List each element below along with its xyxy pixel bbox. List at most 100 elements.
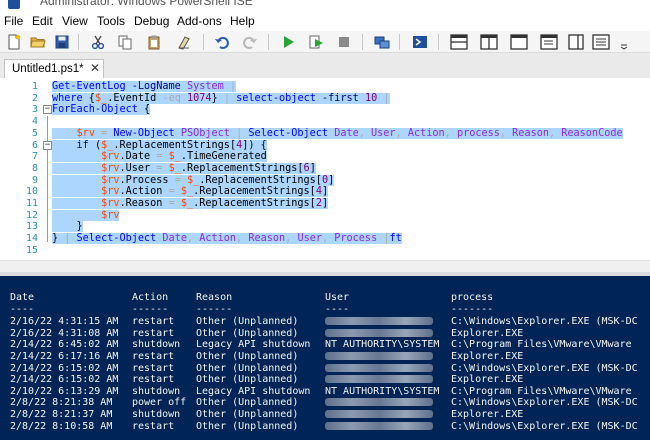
editor-horizontal-scrollbar[interactable] xyxy=(0,260,650,272)
selected-code: ForEach-Object { xyxy=(52,104,151,116)
code-token: ReplacementStrings xyxy=(187,162,298,174)
code-token: Date xyxy=(125,151,151,163)
copy-icon[interactable] xyxy=(117,34,133,50)
line-number: 8 xyxy=(31,162,38,174)
menu-file[interactable]: File xyxy=(4,14,23,28)
console-row-user: NT AUTHORITY\SYSTEM xyxy=(325,385,440,397)
console-row-date: 2/16/22 4:31:08 AM xyxy=(10,327,119,339)
layout-right-icon[interactable] xyxy=(480,34,498,50)
layout-script-icon[interactable] xyxy=(540,34,558,50)
selected-code: if ($_.ReplacementStrings[4]) { xyxy=(52,139,267,151)
code-line[interactable]: } xyxy=(52,221,83,233)
code-token: , xyxy=(358,127,372,139)
redo-icon[interactable] xyxy=(242,34,258,50)
code-line[interactable]: $rv = New-Object PSObject | Select-Objec… xyxy=(52,127,623,140)
tab-untitled1[interactable]: Untitled1.ps1* ✕ xyxy=(4,59,104,78)
close-icon[interactable]: ✕ xyxy=(90,61,100,75)
console-underline-date: ---- xyxy=(10,303,35,315)
code-line[interactable]: } | Select-Object Date, Action, Reason, … xyxy=(52,233,402,245)
code-line[interactable]: if ($_.ReplacementStrings[4]) { xyxy=(52,139,267,152)
redacted-user xyxy=(325,352,433,360)
toolbar-separator xyxy=(203,34,204,50)
powershell-console-icon[interactable] xyxy=(412,34,428,50)
code-token: } xyxy=(52,221,83,233)
line-number: 7 xyxy=(31,151,38,163)
console-row-date: 2/14/22 6:15:02 AM xyxy=(10,374,119,386)
code-line[interactable]: ForEach-Object { xyxy=(52,104,151,116)
code-token: ForEach-Object xyxy=(52,104,138,116)
code-line[interactable]: where {$_.EventId -eq 1074} | select-obj… xyxy=(52,92,390,105)
selected-code: } | Select-Object Date, Action, Reason, … xyxy=(52,233,402,245)
redacted-user xyxy=(325,398,433,407)
console-row-date: 2/8/22 8:21:38 AM xyxy=(10,397,113,409)
console-row-date: 2/8/22 8:21:37 AM xyxy=(10,409,113,420)
save-icon[interactable] xyxy=(54,34,70,50)
redacted-user xyxy=(325,375,433,384)
cut-icon[interactable] xyxy=(90,34,106,50)
code-line[interactable]: $rv.Process = $_.ReplacementStrings[0] xyxy=(52,174,335,187)
console-pane[interactable]: Date Action Reason User process ---- ------ ---… xyxy=(0,276,650,440)
console-row-action: restart xyxy=(132,420,175,432)
remote-powershell-icon[interactable] xyxy=(374,34,390,50)
code-line[interactable]: $rv.Reason = $_.ReplacementStrings[2] xyxy=(52,198,329,210)
code-token: = xyxy=(168,174,187,186)
line-number: 3 xyxy=(31,104,38,116)
code-token: = xyxy=(94,127,114,139)
code-line[interactable]: Get-EventLog -LogName System | xyxy=(52,81,237,93)
toolbar-side-icon[interactable] xyxy=(568,34,584,50)
code-line[interactable]: $rv xyxy=(52,209,120,222)
code-token: where xyxy=(52,92,83,104)
code-token: -first xyxy=(321,92,359,104)
undo-icon[interactable] xyxy=(214,34,230,50)
code-token: $_ xyxy=(168,151,181,163)
menu-help[interactable]: Help xyxy=(230,14,255,28)
redacted-user xyxy=(325,363,433,372)
open-folder-icon[interactable] xyxy=(30,34,46,50)
toolbar-separator xyxy=(438,34,439,50)
console-header-process: process xyxy=(451,292,494,303)
fold-toggle-icon[interactable]: − xyxy=(43,105,52,115)
code-token: $_ xyxy=(101,139,114,151)
layout-top-icon[interactable] xyxy=(450,34,468,50)
new-file-icon[interactable] xyxy=(6,34,22,50)
console-row-action: shutdown xyxy=(132,339,181,351)
layout-max-icon[interactable] xyxy=(510,34,528,50)
toolbar-side-icon[interactable] xyxy=(592,34,610,50)
code-token: = xyxy=(150,151,169,163)
fold-toggle-icon[interactable]: − xyxy=(43,140,52,150)
code-line[interactable]: $rv.Date = $_.TimeGenerated xyxy=(52,151,267,163)
window-title-bar: Administrator: Windows PowerShell ISE xyxy=(0,0,650,11)
toolbar-overflow-icon[interactable] xyxy=(618,34,630,50)
run-selection-icon[interactable] xyxy=(308,34,324,50)
selected-code: where {$_.EventId -eq 1074} | select-obj… xyxy=(52,92,390,104)
code-token: Action xyxy=(199,233,237,245)
code-token: , xyxy=(186,233,200,245)
code-token: { xyxy=(137,104,151,116)
console-row-date: 2/16/22 4:31:15 AM xyxy=(10,316,119,328)
menu-debug[interactable]: Debug xyxy=(134,14,169,28)
console-row-process: C:\Program Files\VMware\VMware xyxy=(451,385,632,397)
paste-icon[interactable] xyxy=(146,34,162,50)
window-title: Administrator: Windows PowerShell ISE xyxy=(40,0,253,8)
menu-view[interactable]: View xyxy=(62,14,88,28)
script-editor[interactable]: 1 Get-EventLog -LogName System | 2 where {$… xyxy=(0,78,650,260)
tab-label: Untitled1.ps1* xyxy=(12,63,84,75)
code-line[interactable]: $rv.Action = $_.ReplacementStrings[4] xyxy=(52,186,329,198)
clear-icon[interactable] xyxy=(176,34,192,50)
code-token: Select-Object xyxy=(248,127,329,139)
code-token: ReasonCode xyxy=(561,127,623,139)
menu-addons[interactable]: Add-ons xyxy=(177,14,222,28)
menu-edit[interactable]: Edit xyxy=(32,14,53,28)
console-header-action: Action xyxy=(132,292,169,303)
selected-code: } xyxy=(52,221,83,233)
code-line[interactable]: $rv.User = $_.ReplacementStrings[6] xyxy=(52,162,316,175)
code-token: User xyxy=(125,162,151,174)
console-row-reason: Legacy API shutdown xyxy=(196,339,311,351)
stop-icon[interactable] xyxy=(336,34,352,50)
line-number: 4 xyxy=(31,116,38,128)
menu-tools[interactable]: Tools xyxy=(97,14,125,28)
console-row-date: 2/10/22 6:13:29 AM xyxy=(10,385,119,397)
run-icon[interactable] xyxy=(280,34,296,50)
code-token: $rv xyxy=(101,209,120,221)
